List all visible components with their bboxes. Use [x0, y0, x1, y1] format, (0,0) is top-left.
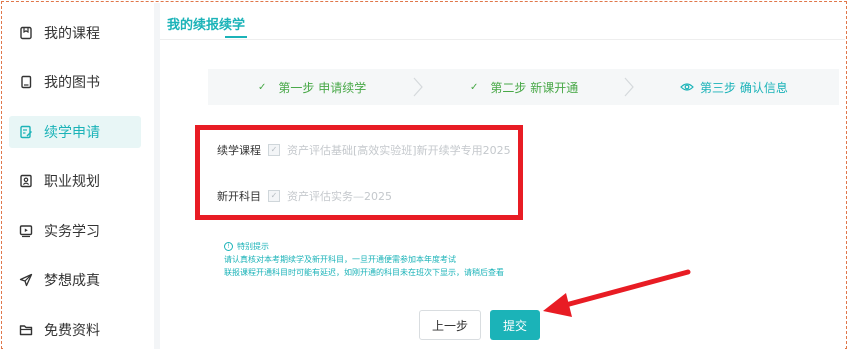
annotation-arrow [543, 269, 691, 317]
